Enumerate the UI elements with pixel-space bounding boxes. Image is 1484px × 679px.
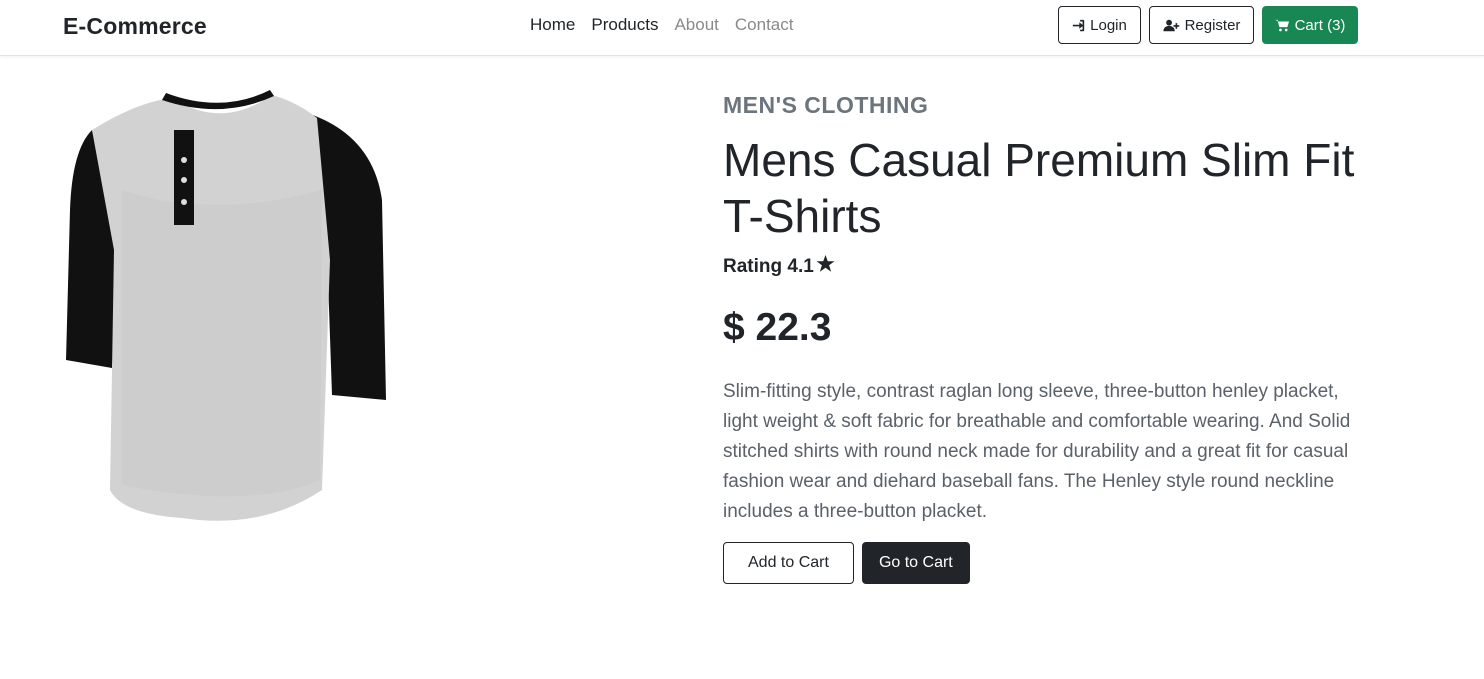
user-plus-icon <box>1162 19 1180 32</box>
cart-icon <box>1274 19 1290 32</box>
register-label: Register <box>1184 16 1241 34</box>
brand-logo[interactable]: E-Commerce <box>63 13 207 40</box>
go-to-cart-button[interactable]: Go to Cart <box>861 542 970 584</box>
star-icon <box>816 255 835 279</box>
nav-link-home[interactable]: Home <box>530 15 575 35</box>
product-image <box>62 90 388 522</box>
login-label: Login <box>1090 16 1127 34</box>
cart-button[interactable]: Cart (3) <box>1262 6 1358 44</box>
product-rating: Rating 4.1 <box>723 255 835 279</box>
nav-link-contact[interactable]: Contact <box>735 15 794 35</box>
sign-in-icon <box>1072 19 1085 32</box>
product-category: MEN'S CLOTHING <box>723 92 929 118</box>
login-button[interactable]: Login <box>1058 6 1141 44</box>
cart-label: Cart (3) <box>1294 16 1346 34</box>
product-actions: Add to Cart Go to Cart <box>723 542 970 584</box>
nav-link-about[interactable]: About <box>674 15 718 35</box>
add-to-cart-button[interactable]: Add to Cart <box>723 542 854 584</box>
product-description: Slim-fitting style, contrast raglan long… <box>723 381 1351 522</box>
register-button[interactable]: Register <box>1149 6 1254 44</box>
nav-link-products[interactable]: Products <box>591 15 658 35</box>
nav-links: Home Products About Contact <box>530 15 793 35</box>
product-price: $ 22.3 <box>723 306 832 349</box>
nav-buttons: Login Register Cart (3) <box>1058 6 1358 44</box>
navbar: E-Commerce Home Products About Contact L… <box>0 0 1484 56</box>
product-title: Mens Casual Premium Slim Fit T-Shirts <box>723 134 1355 242</box>
rating-label: Rating 4.1 <box>723 256 814 277</box>
